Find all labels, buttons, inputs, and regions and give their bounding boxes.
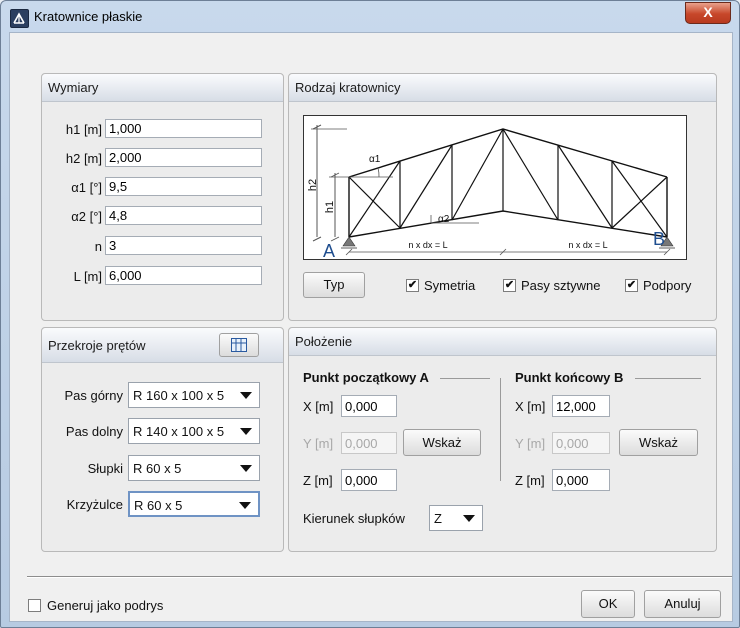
h1-input[interactable] bbox=[105, 119, 262, 138]
polozenie-header: Położenie bbox=[289, 328, 716, 356]
l-input[interactable] bbox=[105, 266, 262, 285]
generuj-podrys-checkbox[interactable] bbox=[28, 599, 41, 612]
chevron-down-icon bbox=[240, 428, 252, 435]
group-separator bbox=[500, 378, 501, 481]
krzyzulce-select[interactable]: R 60 x 5 bbox=[128, 491, 260, 517]
punkt-poczatkowy-divider bbox=[440, 378, 490, 379]
alpha2-dim-label: α2 bbox=[438, 214, 450, 225]
kierunek-slupkow-label: Kierunek słupków bbox=[303, 511, 405, 526]
truss-diagram: h2 h1 α1 α2 n x dx = L n x dx = L A B bbox=[303, 115, 687, 260]
punkt-koncowy-title: Punkt końcowy B bbox=[515, 370, 624, 385]
h1-dim-label: h1 bbox=[324, 201, 336, 213]
podpory-checkbox[interactable]: ✔ bbox=[625, 279, 638, 292]
wymiary-title: Wymiary bbox=[48, 80, 99, 95]
app-icon bbox=[10, 9, 29, 28]
end-wskaz-button[interactable]: Wskaż bbox=[619, 429, 698, 456]
podpory-label: Podpory bbox=[643, 278, 692, 293]
end-y-label: Y [m] bbox=[515, 436, 546, 451]
wymiary-panel: Wymiary h1 [m] h2 [m] α1 [°] α2 [°] n L … bbox=[41, 73, 284, 321]
pas-gorny-label: Pas górny bbox=[64, 388, 123, 403]
start-wskaz-button[interactable]: Wskaż bbox=[403, 429, 481, 456]
przekroje-title: Przekroje prętów bbox=[48, 338, 146, 353]
title-bar[interactable]: Kratownice płaskie X bbox=[1, 1, 739, 33]
krzyzulce-label: Krzyżulce bbox=[66, 497, 123, 512]
pasy-sztywne-checkbox[interactable]: ✔ bbox=[503, 279, 516, 292]
end-z-input[interactable] bbox=[552, 469, 610, 491]
pas-dolny-select[interactable]: R 140 x 100 x 5 bbox=[128, 418, 260, 444]
h1-label: h1 [m] bbox=[65, 122, 102, 137]
ok-button[interactable]: OK bbox=[581, 590, 635, 618]
dialog-body: Wymiary h1 [m] h2 [m] α1 [°] α2 [°] n L … bbox=[9, 32, 733, 622]
support-a-label: A bbox=[323, 241, 335, 260]
slupki-select[interactable]: R 60 x 5 bbox=[128, 455, 260, 481]
slupki-label: Słupki bbox=[87, 461, 123, 476]
pas-gorny-select[interactable]: R 160 x 100 x 5 bbox=[128, 382, 260, 408]
start-z-label: Z [m] bbox=[303, 473, 333, 488]
close-button[interactable]: X bbox=[685, 2, 731, 24]
h2-dim-label: h2 bbox=[307, 179, 319, 191]
h2-label: h2 [m] bbox=[65, 151, 102, 166]
end-z-label: Z [m] bbox=[515, 473, 545, 488]
n-input[interactable] bbox=[105, 236, 262, 255]
typ-button[interactable]: Typ bbox=[303, 272, 365, 298]
symetria-checkbox[interactable]: ✔ bbox=[406, 279, 419, 292]
footer-divider-highlight bbox=[27, 577, 732, 578]
start-y-label: Y [m] bbox=[303, 436, 334, 451]
slupki-value: R 60 x 5 bbox=[133, 461, 182, 476]
h2-input[interactable] bbox=[105, 148, 262, 167]
alpha1-label: α1 [°] bbox=[71, 180, 102, 195]
end-x-input[interactable] bbox=[552, 395, 610, 417]
alpha1-dim-label: α1 bbox=[369, 154, 381, 165]
dialog-window: Kratownice płaskie X Wymiary h1 [m] h2 [… bbox=[0, 0, 740, 628]
l-label: L [m] bbox=[73, 269, 102, 284]
kierunek-slupkow-value: Z bbox=[434, 511, 442, 526]
pas-gorny-value: R 160 x 100 x 5 bbox=[133, 388, 225, 403]
alpha2-input[interactable] bbox=[105, 206, 262, 225]
generuj-podrys-label: Generuj jako podrys bbox=[47, 598, 164, 613]
end-y-input bbox=[552, 432, 610, 454]
dim-left-label: n x dx = L bbox=[408, 240, 447, 250]
pas-dolny-label: Pas dolny bbox=[65, 424, 123, 439]
chevron-down-icon bbox=[239, 502, 251, 509]
symetria-label: Symetria bbox=[424, 278, 476, 293]
start-z-input[interactable] bbox=[341, 469, 397, 491]
rodzaj-header: Rodzaj kratownicy bbox=[289, 74, 716, 102]
polozenie-title: Położenie bbox=[295, 334, 353, 349]
punkt-poczatkowy-title: Punkt początkowy A bbox=[303, 370, 429, 385]
start-x-input[interactable] bbox=[341, 395, 397, 417]
library-icon bbox=[231, 338, 247, 352]
kierunek-slupkow-select[interactable]: Z bbox=[429, 505, 483, 531]
krzyzulce-value: R 60 x 5 bbox=[134, 498, 183, 513]
end-x-label: X [m] bbox=[515, 399, 546, 414]
sections-library-button[interactable] bbox=[219, 333, 259, 357]
cancel-button[interactable]: Anuluj bbox=[644, 590, 721, 618]
support-b-label: B bbox=[653, 229, 665, 249]
pas-dolny-value: R 140 x 100 x 5 bbox=[133, 424, 225, 439]
alpha2-label: α2 [°] bbox=[71, 209, 102, 224]
chevron-down-icon bbox=[463, 515, 475, 522]
chevron-down-icon bbox=[240, 465, 252, 472]
chevron-down-icon bbox=[240, 392, 252, 399]
rodzaj-panel: Rodzaj kratownicy h2 h1 α1 α2 n x dx = L… bbox=[288, 73, 717, 321]
start-x-label: X [m] bbox=[303, 399, 334, 414]
przekroje-header: Przekroje prętów bbox=[42, 328, 283, 363]
rodzaj-title: Rodzaj kratownicy bbox=[295, 80, 401, 95]
punkt-koncowy-divider bbox=[635, 378, 701, 379]
wymiary-header: Wymiary bbox=[42, 74, 283, 102]
n-label: n bbox=[94, 239, 102, 254]
pasy-sztywne-label: Pasy sztywne bbox=[521, 278, 601, 293]
start-y-input bbox=[341, 432, 397, 454]
polozenie-panel: Położenie Punkt początkowy A Punkt końco… bbox=[288, 327, 717, 552]
alpha1-input[interactable] bbox=[105, 177, 262, 196]
przekroje-panel: Przekroje prętów Pas górny R 160 x 100 x… bbox=[41, 327, 284, 552]
dim-right-label: n x dx = L bbox=[568, 240, 607, 250]
window-title: Kratownice płaskie bbox=[34, 9, 143, 24]
